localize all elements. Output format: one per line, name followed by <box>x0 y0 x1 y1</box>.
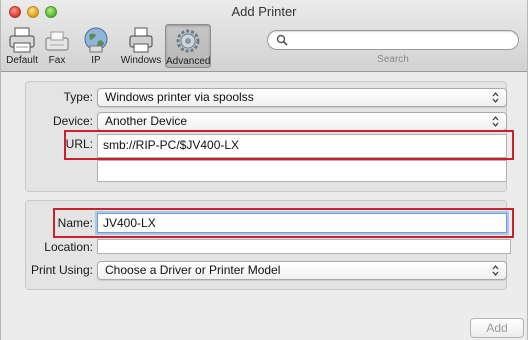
type-label: Type: <box>63 90 93 104</box>
name-highlight-box <box>53 208 514 238</box>
chevron-updown-icon <box>492 92 499 103</box>
toolbar-ip[interactable]: IP <box>81 26 111 68</box>
location-field[interactable] <box>97 239 511 254</box>
toolbar-ip-label: IP <box>91 55 101 66</box>
print-using-label: Print Using: <box>30 263 93 277</box>
url-highlight-box <box>64 130 514 160</box>
windows-printer-icon <box>129 27 153 53</box>
window-title: Add Printer <box>231 4 297 19</box>
chevron-updown-icon <box>492 116 499 127</box>
search-input[interactable] <box>267 30 519 50</box>
search-label: Search <box>377 54 409 65</box>
toolbar-windows[interactable]: Windows <box>119 26 163 68</box>
toolbar-advanced-label: Advanced <box>166 56 211 67</box>
location-label: Location: <box>44 240 93 254</box>
printer-default-icon <box>9 27 35 53</box>
print-using-value: Choose a Driver or Printer Model <box>105 263 281 277</box>
add-printer-window: Add Printer Default Fax IP Windows Advan… <box>0 0 528 340</box>
title-toolbar-bar: Add Printer Default Fax IP Windows Advan… <box>1 0 527 72</box>
search-icon <box>276 34 288 46</box>
toolbar-default-label: Default <box>6 55 38 66</box>
toolbar-advanced[interactable]: Advanced <box>165 24 211 68</box>
url-extra-field[interactable] <box>97 160 507 182</box>
toolbar-default[interactable]: Default <box>3 26 41 68</box>
device-label: Device: <box>52 114 93 128</box>
toolbar-windows-label: Windows <box>120 55 162 66</box>
print-using-popup[interactable]: Choose a Driver or Printer Model <box>97 261 507 280</box>
device-value: Another Device <box>105 114 188 128</box>
type-value: Windows printer via spoolss <box>105 90 254 104</box>
toolbar-fax[interactable]: Fax <box>41 26 73 68</box>
type-popup[interactable]: Windows printer via spoolss <box>97 88 507 107</box>
chevron-updown-icon <box>492 265 499 276</box>
fax-icon <box>45 31 69 51</box>
globe-icon <box>84 27 108 53</box>
add-button[interactable]: Add <box>470 318 524 338</box>
device-popup[interactable]: Another Device <box>97 112 507 131</box>
toolbar-fax-label: Fax <box>48 55 66 66</box>
gear-icon <box>176 29 200 53</box>
